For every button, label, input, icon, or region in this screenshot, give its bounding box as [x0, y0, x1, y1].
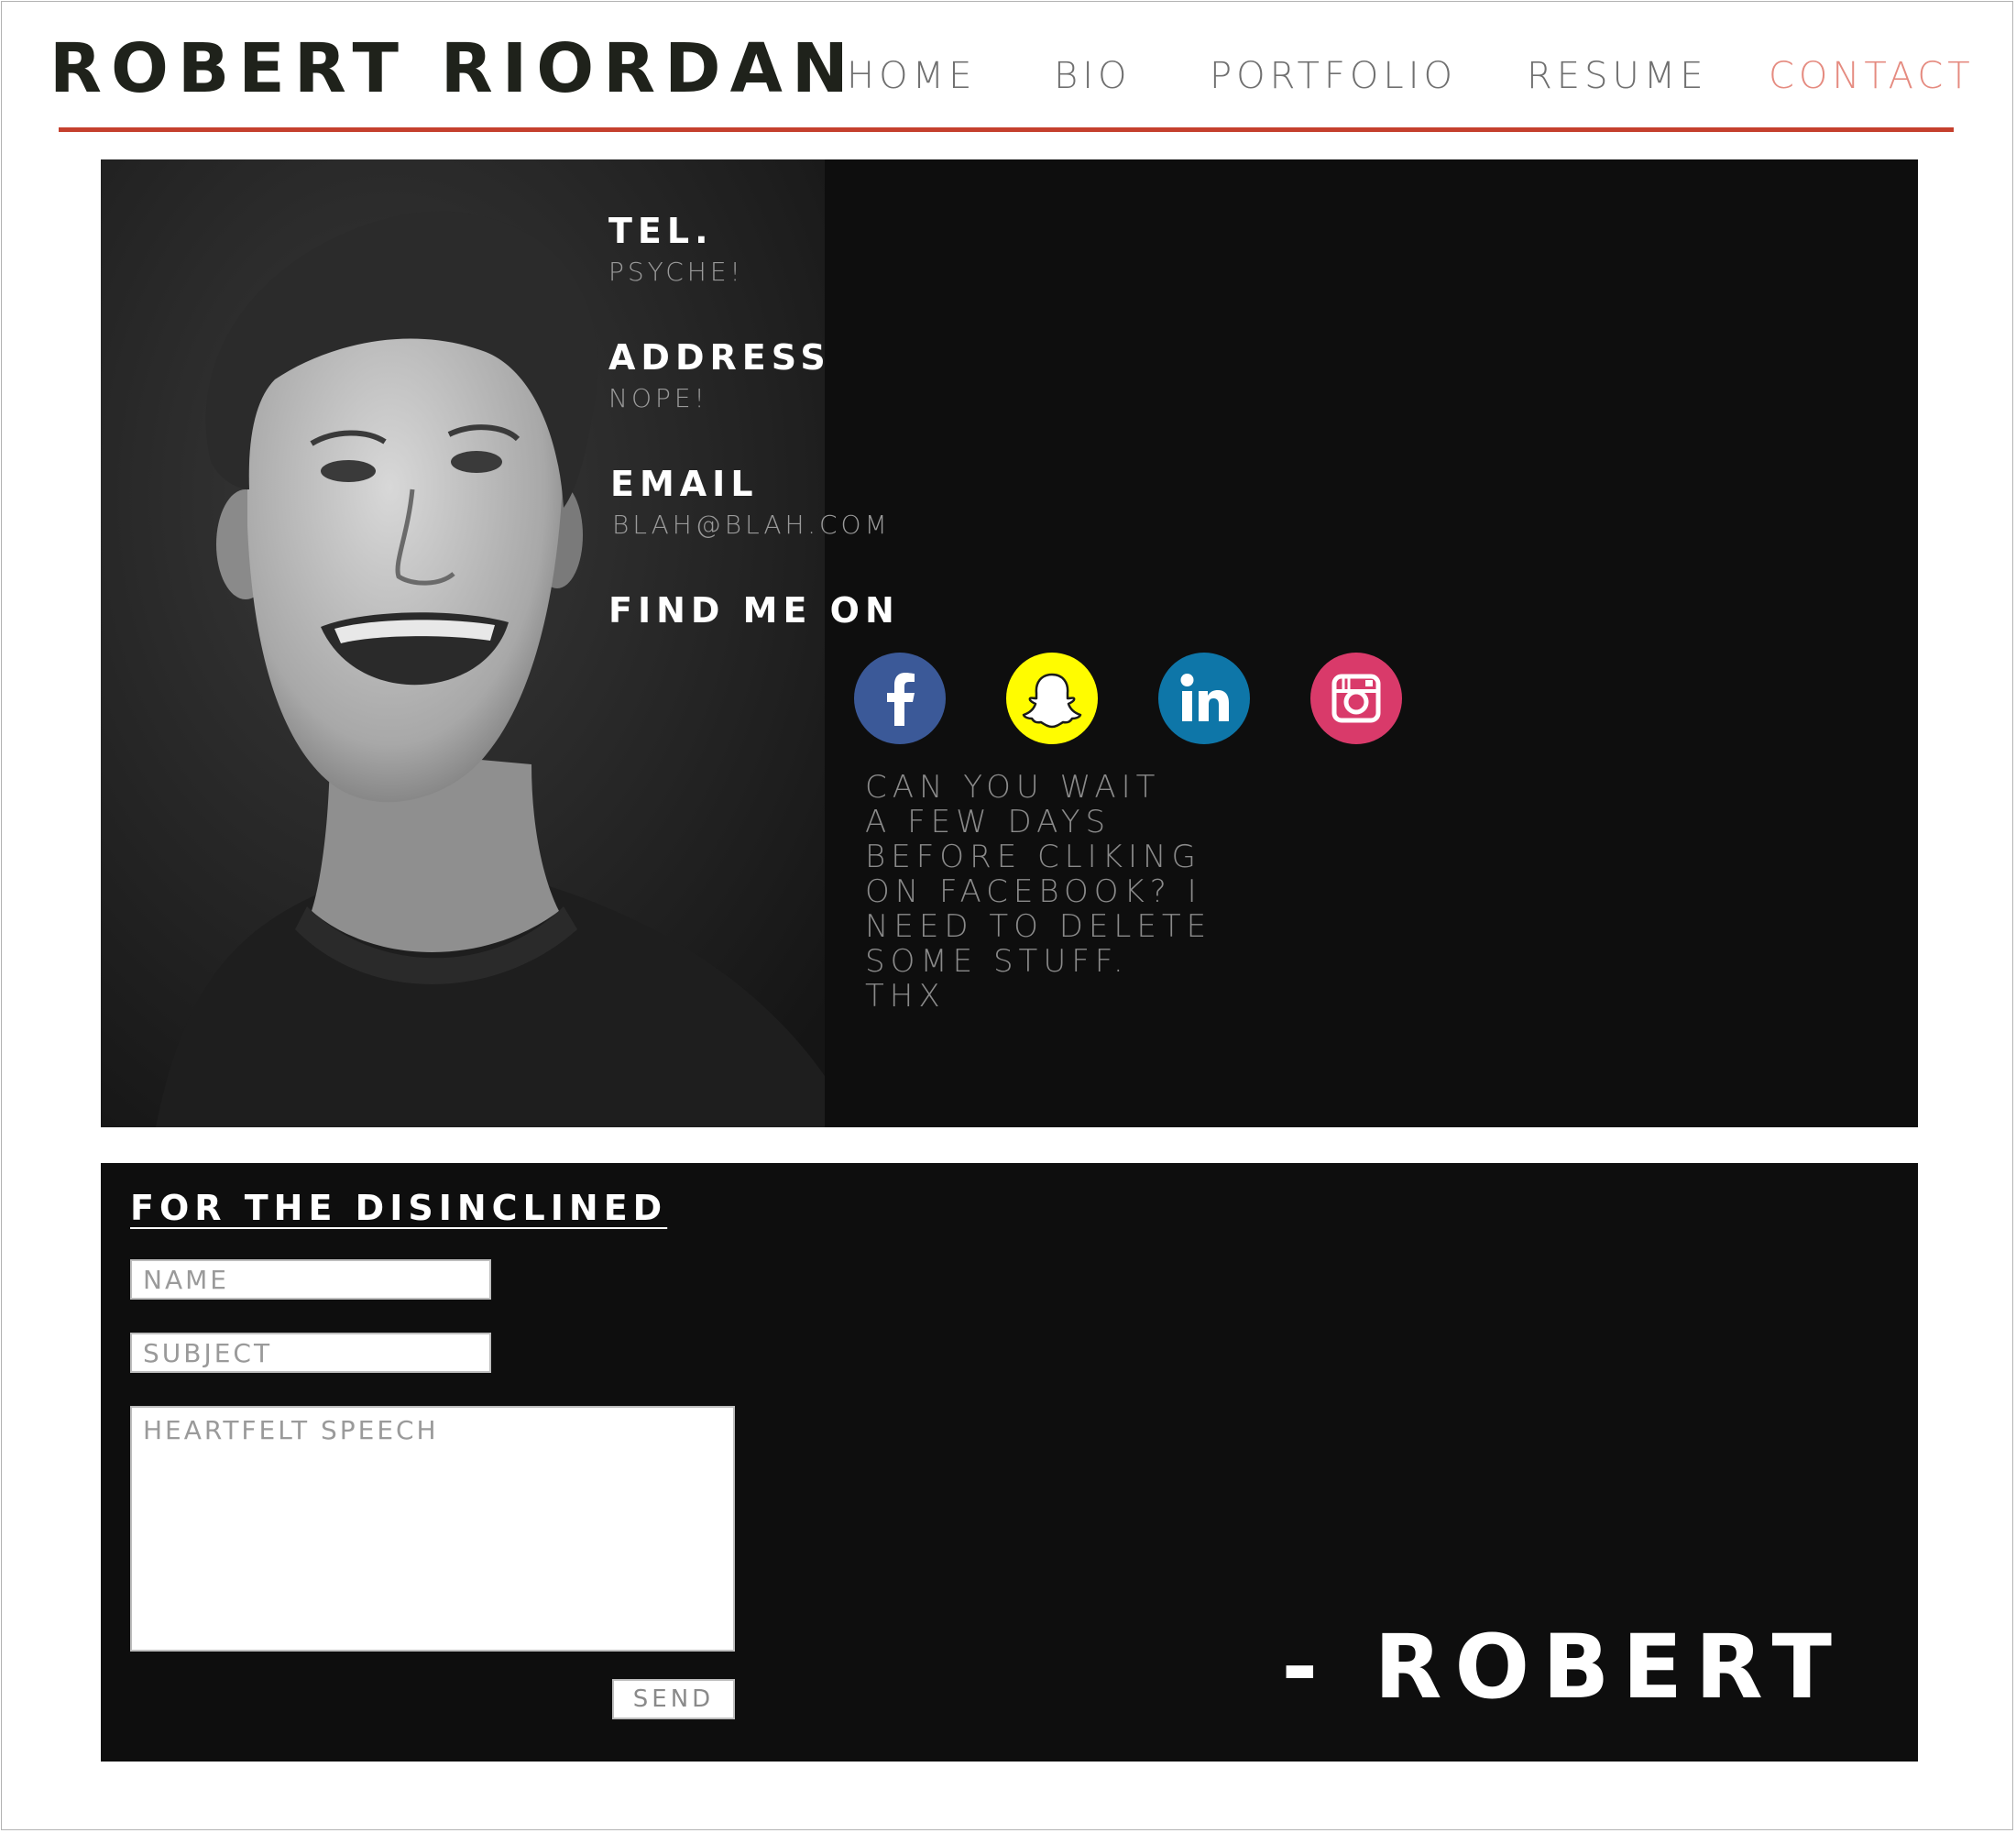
nav-portfolio[interactable]: PORTFOLIO — [1210, 53, 1457, 99]
instagram-icon[interactable] — [1310, 653, 1402, 744]
contact-panel: TEL. PSYCHE! ADDRESS NOPE! EMAIL BLAH@BL… — [101, 159, 1918, 1127]
message-field[interactable] — [130, 1406, 735, 1652]
send-button[interactable]: SEND — [612, 1679, 735, 1719]
address-value: NOPE! — [608, 383, 708, 413]
main-nav: HOME BIO PORTFOLIO RESUME CONTACT — [0, 53, 2016, 99]
nav-bio[interactable]: BIO — [1054, 53, 1131, 99]
tel-label: TEL. — [608, 211, 714, 251]
linkedin-icon[interactable] — [1158, 653, 1250, 744]
address-label: ADDRESS — [608, 337, 831, 378]
name-field[interactable] — [130, 1259, 491, 1300]
contact-form-panel: FOR THE DISINCLINED SEND - ROBERT — [101, 1163, 1918, 1762]
signature: - ROBERT — [1281, 1616, 1845, 1718]
facebook-note: CAN YOU WAIT A FEW DAYS BEFORE CLIKING O… — [865, 769, 1212, 1015]
form-heading: FOR THE DISINCLINED — [130, 1188, 668, 1228]
tel-value: PSYCHE! — [608, 257, 744, 287]
snapchat-icon[interactable] — [1006, 653, 1098, 744]
find-me-heading: FIND ME ON — [608, 590, 900, 631]
nav-home[interactable]: HOME — [847, 53, 976, 99]
facebook-icon[interactable] — [854, 653, 946, 744]
subject-field[interactable] — [130, 1333, 491, 1373]
nav-contact[interactable]: CONTACT — [1769, 53, 1975, 99]
email-label: EMAIL — [610, 464, 759, 504]
portrait-photo — [101, 159, 825, 1127]
nav-resume[interactable]: RESUME — [1527, 53, 1708, 99]
email-link[interactable]: BLAH@BLAH.COM — [612, 510, 891, 541]
header-divider — [59, 127, 1954, 132]
